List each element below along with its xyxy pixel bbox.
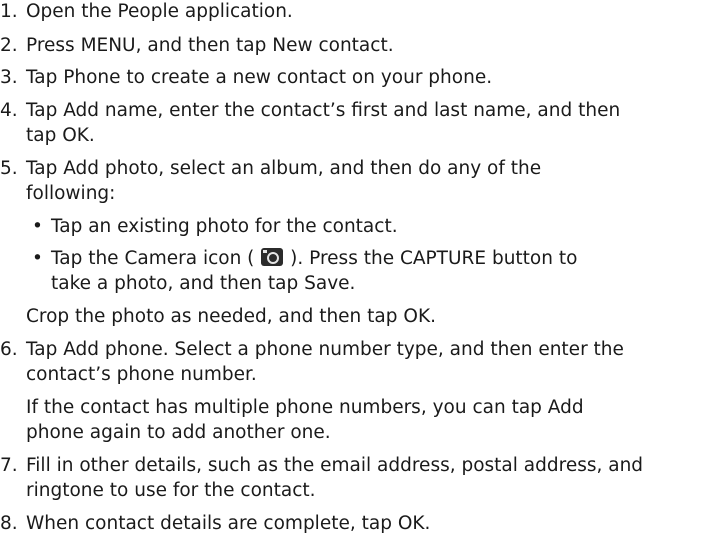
step-text: tap OK. [26, 125, 95, 146]
step-text: contact’s phone number. [26, 364, 257, 385]
step-text: following: [26, 183, 116, 204]
camera-icon [261, 248, 284, 266]
note-text: If the contact has multiple phone number… [26, 397, 584, 418]
ui-term: Add phone [63, 339, 163, 360]
ui-term: Phone [63, 67, 121, 88]
ui-term: Add photo [63, 158, 159, 179]
ui-term: New contact [272, 35, 388, 56]
step-number: 5. [0, 158, 18, 179]
step-number: 4. [0, 100, 18, 121]
step-text: Tap Add photo, select an album, and then… [26, 158, 542, 179]
step-text: ringtone to use for the contact. [26, 480, 316, 501]
document-page: 1. Open the People application. 2. Press… [0, 0, 725, 542]
ui-term: Save [304, 273, 350, 294]
step-number: 7. [0, 455, 18, 476]
note-text: Crop the photo as needed, and then tap O… [26, 306, 436, 327]
step-number: 3. [0, 67, 18, 88]
bullet-text: Tap an existing photo for the contact. [51, 216, 398, 237]
bullet-text: take a photo, and then tap Save. [51, 273, 356, 294]
step-number: 8. [0, 513, 18, 534]
ui-term: Add name [63, 100, 158, 121]
ui-term: Camera [124, 248, 198, 269]
ui-term: OK [397, 513, 425, 534]
step-number: 6. [0, 339, 18, 360]
step-text: Tap Add phone. Select a phone number typ… [26, 339, 624, 360]
step-text: Open the People application. [26, 1, 293, 22]
note-text: phone again to add another one. [26, 422, 331, 443]
bullet-marker: • [32, 248, 43, 269]
step-number: 1. [0, 1, 18, 22]
step-text: Tap Phone to create a new contact on you… [26, 67, 493, 88]
step-text: Tap Add name, enter the contact’s first … [26, 100, 621, 121]
step-text: Fill in other details, such as the email… [26, 455, 644, 476]
bullet-text: Tap the Camera icon ( ). Press the CAPTU… [51, 248, 578, 269]
step-text: Press MENU, and then tap New contact. [26, 35, 394, 56]
bullet-marker: • [32, 216, 43, 237]
step-text: When contact details are complete, tap O… [26, 513, 431, 534]
ui-term: OK [403, 306, 431, 327]
ui-term: Add [547, 397, 584, 418]
ui-term: OK [62, 125, 89, 146]
step-number: 2. [0, 35, 18, 56]
ui-term: phone [26, 422, 84, 443]
